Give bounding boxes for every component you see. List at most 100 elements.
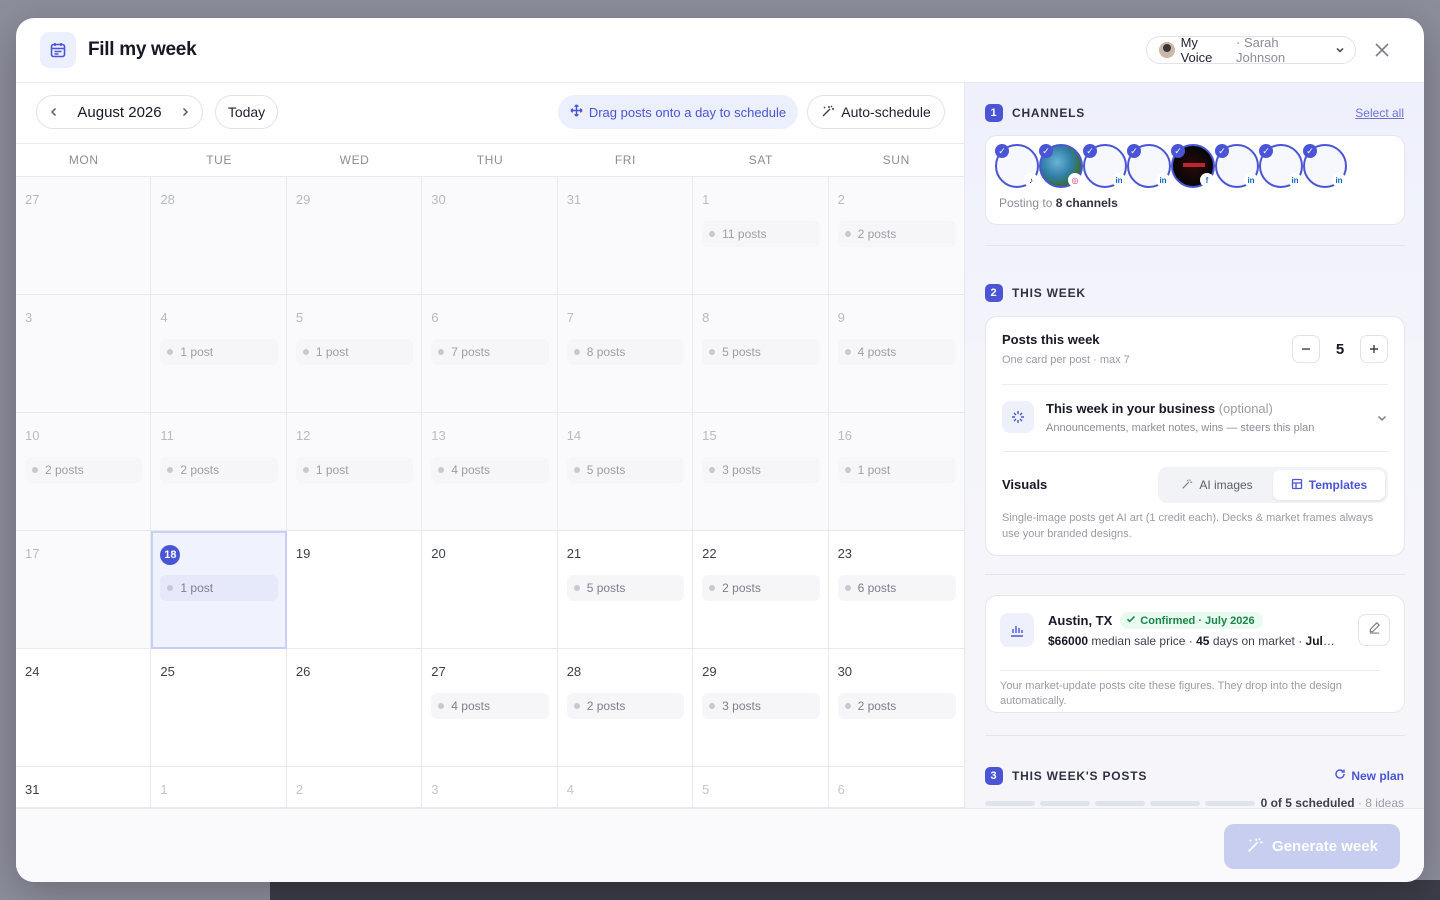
post-count-pill[interactable]: 3 posts <box>702 693 820 719</box>
calendar-day-cell[interactable]: 2 2 posts <box>828 177 964 295</box>
channels-card: ✓ ♪ ✓ ◎ ✓ in ✓ in ✓ f ✓ in ✓ in ✓ in Posting to 8 chann… <box>985 135 1405 225</box>
channel-avatar-linkedin[interactable]: ✓ in <box>1215 144 1259 188</box>
increment-button[interactable] <box>1360 335 1388 363</box>
calendar-day-cell[interactable]: 26 <box>286 649 423 767</box>
auto-schedule-button[interactable]: Auto-schedule <box>807 95 945 129</box>
calendar-day-cell[interactable]: 4 <box>557 767 694 808</box>
calendar-day-cell[interactable]: 10 2 posts <box>16 413 152 531</box>
post-count-pill[interactable]: 2 posts <box>566 693 685 719</box>
post-count-pill[interactable]: 3 posts <box>702 457 820 483</box>
channel-avatar-tiktok[interactable]: ✓ ♪ <box>995 144 1039 188</box>
post-count-pill[interactable]: 5 posts <box>566 575 685 601</box>
voice-selector[interactable]: My Voice · Sarah Johnson <box>1146 35 1356 65</box>
calendar-day-cell[interactable]: 30 <box>422 177 558 295</box>
calendar-day-cell[interactable]: 14 5 posts <box>557 413 694 531</box>
calendar-day-cell[interactable]: 22 2 posts <box>693 531 829 649</box>
drag-hint-label: Drag posts onto a day to schedule <box>588 104 787 120</box>
calendar-day-cell[interactable]: 2 <box>286 767 423 808</box>
channel-avatar-linkedin[interactable]: ✓ in <box>1127 144 1171 188</box>
calendar-day-cell[interactable]: 16 1 post <box>828 413 964 531</box>
calendar-day-cell[interactable]: 1 11 posts <box>693 177 829 295</box>
channel-avatar-linkedin[interactable]: ✓ in <box>1259 144 1303 188</box>
post-count-pill[interactable]: 4 posts <box>837 339 956 365</box>
calendar-day-cell[interactable]: 21 5 posts <box>557 531 694 649</box>
calendar-day-cell[interactable]: 11 2 posts <box>151 413 287 531</box>
new-plan-label: New plan <box>1351 768 1404 783</box>
channel-avatar-linkedin[interactable]: ✓ in <box>1303 144 1347 188</box>
calendar-day-cell[interactable]: 18 1 post <box>151 531 287 649</box>
post-count-pill[interactable]: 4 posts <box>431 457 549 483</box>
post-count-pill[interactable]: 6 posts <box>837 575 956 601</box>
calendar-day-cell[interactable]: 5 1 post <box>286 295 423 413</box>
post-count-pill[interactable]: 1 post <box>295 339 414 365</box>
ai-images-option[interactable]: AI images <box>1161 470 1273 500</box>
calendar-day-cell[interactable]: 30 2 posts <box>828 649 964 767</box>
business-notes-toggle[interactable]: This week in your business (optional) <box>1046 401 1273 416</box>
calendar-day-cell[interactable]: 17 <box>16 531 152 649</box>
new-plan-button[interactable]: New plan <box>1334 768 1404 783</box>
post-count-pill[interactable]: 1 post <box>160 339 278 365</box>
calendar-day-cell[interactable]: 28 2 posts <box>557 649 694 767</box>
post-count-label: 1 post <box>180 345 214 359</box>
calendar-day-cell[interactable]: 27 <box>16 177 152 295</box>
post-count-pill[interactable]: 5 posts <box>566 457 685 483</box>
post-count-label: 2 posts <box>857 227 897 241</box>
calendar-day-cell[interactable]: 3 <box>422 767 558 808</box>
calendar-day-cell[interactable]: 28 <box>151 177 287 295</box>
calendar-day-cell[interactable]: 20 <box>422 531 558 649</box>
calendar-day-cell[interactable]: 24 <box>16 649 152 767</box>
channel-avatar-instagram[interactable]: ✓ ◎ <box>1039 144 1083 188</box>
calendar-day-cell[interactable]: 19 <box>286 531 423 649</box>
channel-avatar-facebook[interactable]: ✓ f <box>1171 144 1215 188</box>
day-number: 5 <box>702 782 710 797</box>
calendar-day-cell[interactable]: 1 <box>151 767 287 808</box>
check-icon: ✓ <box>1259 144 1273 158</box>
day-number: 5 <box>295 310 304 325</box>
calendar-day-cell[interactable]: 5 <box>693 767 829 808</box>
posting-prefix: Posting to <box>999 196 1053 210</box>
post-count-pill[interactable]: 11 posts <box>702 221 820 247</box>
post-count-pill[interactable]: 4 posts <box>431 693 549 719</box>
chevron-right-icon[interactable] <box>178 105 192 119</box>
chevron-down-icon[interactable] <box>1376 411 1388 429</box>
calendar-day-cell[interactable]: 25 <box>151 649 287 767</box>
close-icon[interactable] <box>1372 40 1392 60</box>
post-count-pill[interactable]: 2 posts <box>702 575 820 601</box>
calendar-day-cell[interactable]: 7 8 posts <box>557 295 694 413</box>
calendar-day-cell[interactable]: 12 1 post <box>286 413 423 531</box>
post-count-pill[interactable]: 8 posts <box>566 339 685 365</box>
calendar-day-cell[interactable]: 9 4 posts <box>828 295 964 413</box>
calendar-day-cell[interactable]: 4 1 post <box>151 295 287 413</box>
calendar-day-cell[interactable]: 29 3 posts <box>693 649 829 767</box>
calendar-day-cell[interactable]: 6 <box>828 767 964 808</box>
calendar-day-cell[interactable]: 23 6 posts <box>828 531 964 649</box>
edit-button[interactable] <box>1358 614 1390 646</box>
chevron-left-icon[interactable] <box>47 105 61 119</box>
today-button[interactable]: Today <box>215 95 278 129</box>
select-all-link[interactable]: Select all <box>1355 106 1404 120</box>
post-count-pill[interactable]: 2 posts <box>837 221 956 247</box>
calendar-day-cell[interactable]: 31 <box>557 177 694 295</box>
post-count-pill[interactable]: 2 posts <box>25 457 143 483</box>
post-count-pill[interactable]: 5 posts <box>702 339 820 365</box>
status-dot <box>844 467 851 473</box>
calendar-day-cell[interactable]: 13 4 posts <box>422 413 558 531</box>
post-count-pill[interactable]: 1 post <box>160 575 278 601</box>
post-count-pill[interactable]: 2 posts <box>160 457 278 483</box>
status-dot <box>844 231 851 237</box>
calendar-day-cell[interactable]: 31 <box>16 767 152 808</box>
post-count-pill[interactable]: 7 posts <box>431 339 549 365</box>
post-count-pill[interactable]: 1 post <box>837 457 956 483</box>
post-count-pill[interactable]: 2 posts <box>837 693 956 719</box>
calendar-day-cell[interactable]: 29 <box>286 177 423 295</box>
templates-option[interactable]: Templates <box>1273 470 1385 500</box>
calendar-day-cell[interactable]: 6 7 posts <box>422 295 558 413</box>
decrement-button[interactable] <box>1292 335 1320 363</box>
calendar-day-cell[interactable]: 3 <box>16 295 152 413</box>
calendar-day-cell[interactable]: 8 5 posts <box>693 295 829 413</box>
post-count-pill[interactable]: 1 post <box>295 457 414 483</box>
channel-avatar-linkedin[interactable]: ✓ in <box>1083 144 1127 188</box>
calendar-day-cell[interactable]: 27 4 posts <box>422 649 558 767</box>
calendar-day-cell[interactable]: 15 3 posts <box>693 413 829 531</box>
generate-week-button[interactable]: Generate week <box>1224 824 1400 869</box>
